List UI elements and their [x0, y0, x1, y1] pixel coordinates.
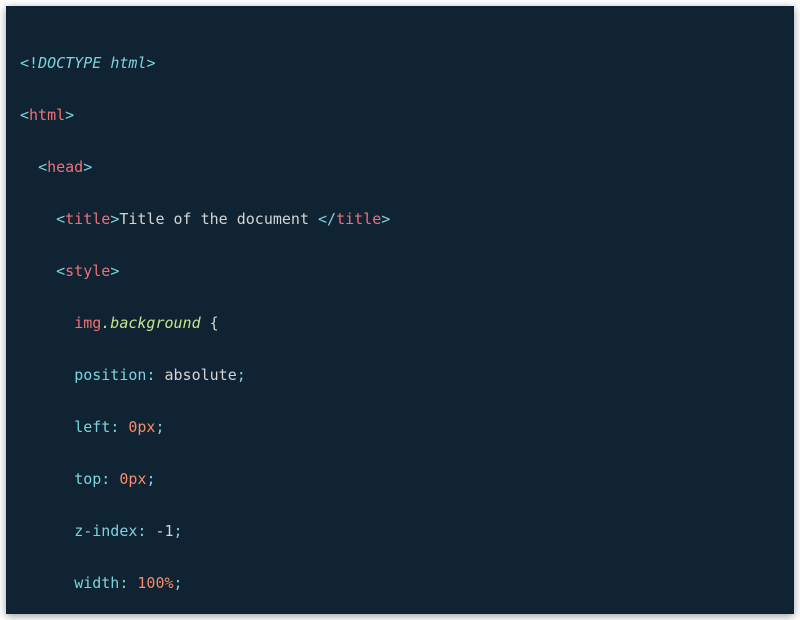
indent: [20, 158, 38, 176]
code-line: <head>: [20, 154, 780, 180]
tag: title: [336, 210, 381, 228]
indent: [20, 314, 74, 332]
css-property: position: [74, 366, 146, 384]
punct: ;: [155, 418, 164, 436]
css-property: width: [74, 574, 119, 592]
punct: <: [20, 106, 29, 124]
code-line: <style>: [20, 258, 780, 284]
punct: ;: [174, 574, 183, 592]
punct: :: [101, 470, 119, 488]
css-value: absolute: [165, 366, 237, 384]
punct: ;: [237, 366, 246, 384]
code-line: <!DOCTYPE html>: [20, 50, 780, 76]
punct: >: [110, 262, 119, 280]
selector-class: .background: [101, 314, 200, 332]
indent: [20, 366, 74, 384]
tag: title: [65, 210, 110, 228]
css-value: 100%: [137, 574, 173, 592]
punct: >: [146, 54, 155, 72]
punct: <: [38, 158, 47, 176]
code-line: img.background {: [20, 310, 780, 336]
punct: <: [56, 262, 65, 280]
punct: >: [381, 210, 390, 228]
css-property: left: [74, 418, 110, 436]
code-editor[interactable]: <!DOCTYPE html> <html> <head> <title>Tit…: [6, 6, 794, 614]
brace: {: [201, 314, 219, 332]
text-content: Title of the document: [119, 210, 318, 228]
punct: :: [146, 366, 164, 384]
code-line: left: 0px;: [20, 414, 780, 440]
indent: [20, 210, 56, 228]
punct: ;: [146, 470, 155, 488]
punct: >: [65, 106, 74, 124]
selector-element: img: [74, 314, 101, 332]
tag: style: [65, 262, 110, 280]
punct: <!: [20, 54, 38, 72]
code-line: top: 0px;: [20, 466, 780, 492]
indent: [20, 418, 74, 436]
code-line: z-index: -1;: [20, 518, 780, 544]
code-line: <html>: [20, 102, 780, 128]
doctype-html: html: [110, 54, 146, 72]
punct: >: [110, 210, 119, 228]
punct: :: [137, 522, 155, 540]
punct: ;: [174, 522, 183, 540]
indent: [20, 574, 74, 592]
punct: </: [318, 210, 336, 228]
css-value: 0px: [119, 470, 146, 488]
punct: >: [83, 158, 92, 176]
punct: :: [110, 418, 128, 436]
code-line: width: 100%;: [20, 570, 780, 596]
css-property: top: [74, 470, 101, 488]
punct: :: [119, 574, 137, 592]
indent: [20, 470, 74, 488]
css-value: 0px: [128, 418, 155, 436]
code-line: position: absolute;: [20, 362, 780, 388]
indent: [20, 262, 56, 280]
doctype-keyword: DOCTYPE: [38, 54, 110, 72]
tag: html: [29, 106, 65, 124]
css-value: -1: [155, 522, 173, 540]
css-property: z-index: [74, 522, 137, 540]
punct: <: [56, 210, 65, 228]
indent: [20, 522, 74, 540]
tag: head: [47, 158, 83, 176]
code-line: <title>Title of the document </title>: [20, 206, 780, 232]
